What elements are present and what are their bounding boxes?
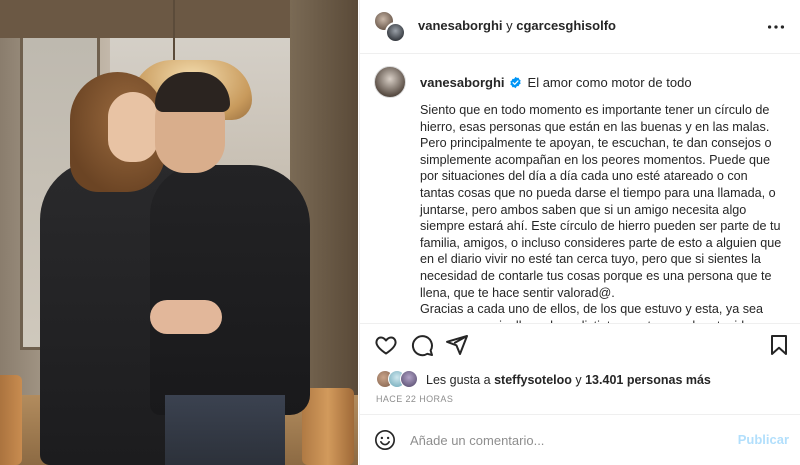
comment-bar: Publicar — [360, 414, 800, 465]
collab-title: vanesaborghi y cgarcesghisolfo — [418, 18, 616, 33]
share-icon[interactable] — [445, 333, 469, 357]
bookmark-icon[interactable] — [767, 333, 791, 357]
action-bar — [360, 325, 800, 365]
heart-icon[interactable] — [374, 333, 398, 357]
comment-input[interactable] — [410, 430, 710, 450]
caption-headline: El amor como motor de todo — [527, 74, 692, 90]
likes-prefix: Les gusta a — [426, 373, 495, 387]
avatar[interactable] — [385, 22, 406, 43]
photo-stool-right — [302, 388, 354, 465]
smiley-icon[interactable] — [374, 429, 396, 451]
header-username-2[interactable]: cgarcesghisolfo — [516, 18, 616, 33]
likes-user[interactable]: steffysoteloo — [494, 373, 572, 387]
likes-count[interactable]: 13.401 personas más — [585, 373, 711, 387]
post-timestamp[interactable]: HACE 22 HORAS — [376, 394, 453, 404]
caption-text: Siento que en todo momento es importante… — [420, 103, 782, 323]
avatar[interactable] — [374, 66, 406, 98]
post-photo[interactable] — [0, 0, 358, 465]
avatar — [400, 370, 418, 388]
photo-lamp-cord — [173, 0, 175, 62]
photo-man — [150, 165, 310, 415]
liker-avatars — [376, 370, 422, 390]
caption-author[interactable]: vanesaborghi — [420, 75, 505, 90]
photo-hand — [150, 300, 222, 334]
caption-area[interactable]: vanesaborghi El amor como motor de todo … — [360, 54, 800, 324]
comment-icon[interactable] — [410, 333, 434, 357]
photo-man-jeans — [165, 395, 285, 465]
likes-text: Les gusta a steffysoteloo y 13.401 perso… — [426, 373, 711, 387]
more-horizontal-icon — [767, 25, 785, 29]
caption-author-row: vanesaborghi El amor como motor de todo — [374, 66, 692, 98]
publish-button[interactable]: Publicar — [738, 432, 789, 447]
post-header: vanesaborghi y cgarcesghisolfo — [360, 0, 800, 54]
likes-middle: y — [571, 373, 586, 387]
collab-avatars[interactable] — [374, 11, 406, 43]
photo-stool-left — [0, 375, 22, 465]
verified-badge-icon — [509, 76, 521, 88]
post-side-panel: vanesaborghi y cgarcesghisolfo vanesabor… — [359, 0, 800, 465]
more-options-button[interactable] — [765, 16, 787, 38]
header-username-1[interactable]: vanesaborghi — [418, 18, 503, 33]
photo-woman-face — [108, 92, 158, 162]
header-connector: y — [502, 18, 517, 33]
likes-row[interactable]: Les gusta a steffysoteloo y 13.401 perso… — [376, 370, 711, 390]
